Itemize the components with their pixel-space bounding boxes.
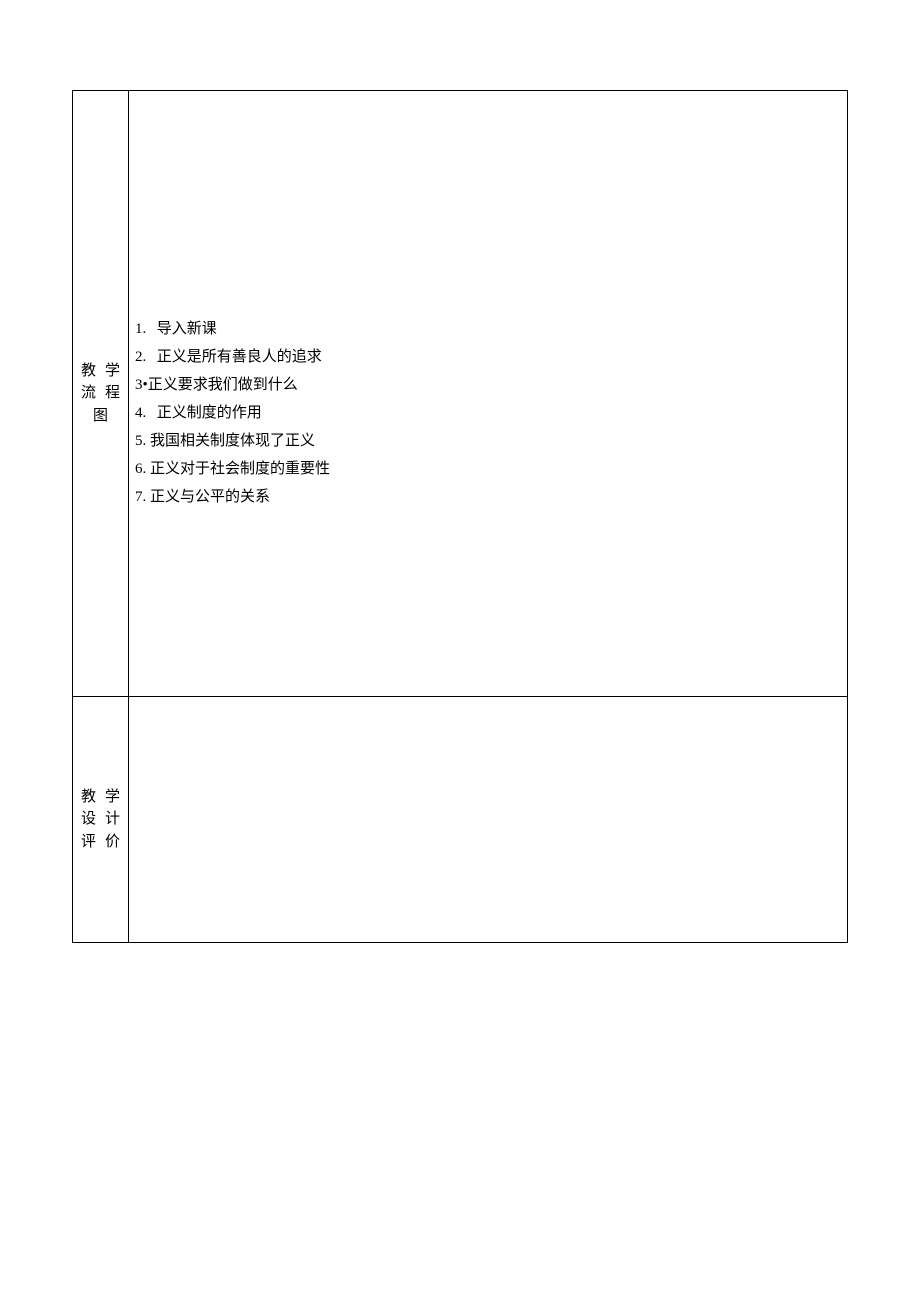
list-item: 1. 导入新课 — [135, 317, 843, 341]
label-char: 价 — [105, 831, 120, 854]
label-char: 设 — [81, 808, 96, 831]
row-label-evaluation: 教 学 设 计 评 价 — [73, 697, 129, 942]
label-char: 评 — [81, 831, 96, 854]
item-number: 7. — [135, 485, 146, 509]
item-text: 我国相关制度体现了正义 — [150, 433, 315, 449]
table-row: 教 学 设 计 评 价 — [73, 697, 847, 942]
list-item: 3•正义要求我们做到什么 — [135, 373, 843, 397]
label-char: 学 — [105, 360, 120, 383]
item-number: 2. — [135, 345, 153, 369]
table-row: 教 学 流 程 图 1. 导入新课 2. 正义是所有善良人的追求 — [73, 91, 847, 697]
label-char: 程 — [105, 382, 120, 405]
item-text: 正义是所有善良人的追求 — [157, 349, 322, 365]
item-number: 4. — [135, 401, 153, 425]
label-char: 学 — [105, 786, 120, 809]
list-item: 7. 正义与公平的关系 — [135, 485, 843, 509]
flow-list: 1. 导入新课 2. 正义是所有善良人的追求 3•正义要求我们做到什么 4. 正… — [133, 99, 843, 509]
row-label-flowchart: 教 学 流 程 图 — [73, 91, 129, 696]
item-number: 6. — [135, 457, 146, 481]
label-char: 教 — [81, 360, 96, 383]
item-text: 正义制度的作用 — [157, 405, 262, 421]
list-item: 6. 正义对于社会制度的重要性 — [135, 457, 843, 481]
label-char: 图 — [93, 408, 108, 424]
item-number: 5. — [135, 429, 146, 453]
item-number: 1. — [135, 317, 153, 341]
item-text: 正义要求我们做到什么 — [148, 377, 298, 393]
item-text: 导入新课 — [157, 321, 217, 337]
label-char: 教 — [81, 786, 96, 809]
list-item: 5. 我国相关制度体现了正义 — [135, 429, 843, 453]
list-item: 4. 正义制度的作用 — [135, 401, 843, 425]
label-char: 流 — [81, 382, 96, 405]
flowchart-content: 1. 导入新课 2. 正义是所有善良人的追求 3•正义要求我们做到什么 4. 正… — [129, 91, 847, 696]
label-char: 计 — [105, 808, 120, 831]
evaluation-content — [129, 697, 847, 942]
lesson-plan-table: 教 学 流 程 图 1. 导入新课 2. 正义是所有善良人的追求 — [72, 90, 848, 943]
item-text: 正义与公平的关系 — [150, 489, 270, 505]
item-text: 正义对于社会制度的重要性 — [150, 461, 330, 477]
item-number: 3• — [135, 373, 148, 397]
list-item: 2. 正义是所有善良人的追求 — [135, 345, 843, 369]
